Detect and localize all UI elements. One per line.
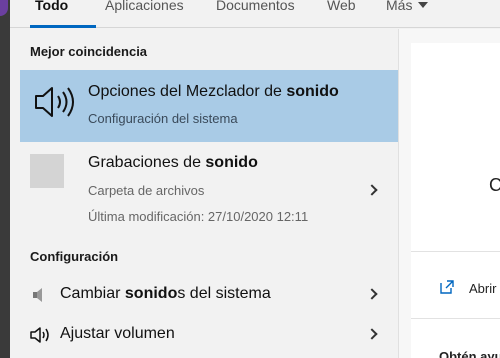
setting-label-pre: Ajustar volumen: [60, 325, 175, 342]
chevron-down-icon: [418, 2, 429, 8]
search-filter-tabs: Todo Aplicaciones Documentos Web Más: [10, 0, 500, 28]
list-item-ajustar-volumen[interactable]: Ajustar volumen: [20, 316, 398, 354]
divider: [411, 251, 500, 252]
list-item-grabaciones[interactable]: Grabaciones de sonido Carpeta de archivo…: [20, 142, 398, 234]
best-match-title-highlight: sonido: [286, 83, 339, 100]
result-type: Carpeta de archivos: [88, 183, 205, 198]
best-match-header: Mejor coincidencia: [30, 44, 148, 59]
tab-todo[interactable]: Todo: [35, 0, 68, 13]
result-modified-date: Última modificación: 27/10/2020 12:11: [88, 209, 309, 224]
setting-label-highlight: sonido: [124, 285, 178, 302]
best-match-result[interactable]: Opciones del Mezclador de sonido Configu…: [20, 70, 398, 142]
speaker-icon: [35, 87, 74, 117]
active-tab-indicator: [30, 25, 96, 28]
setting-label: Cambiar sonidos del sistema: [60, 285, 271, 303]
setting-label-post: s del sistema: [177, 285, 271, 302]
volume-icon: [30, 327, 49, 343]
chevron-right-icon[interactable]: [366, 184, 378, 196]
get-help-header: Obtén ayu: [439, 349, 500, 358]
tab-documentos[interactable]: Documentos: [216, 0, 295, 13]
taskbar-edge: [0, 0, 10, 358]
chevron-right-icon[interactable]: [366, 328, 378, 340]
tab-mas-label: Más: [386, 0, 413, 13]
preview-card: C Abrir Obtén ayu: [411, 43, 500, 358]
chevron-right-icon[interactable]: [366, 288, 378, 300]
tab-web[interactable]: Web: [327, 0, 356, 13]
preview-panel: C Abrir Obtén ayu: [398, 29, 500, 358]
divider: [411, 318, 500, 319]
best-match-title: Opciones del Mezclador de sonido: [88, 83, 339, 101]
best-match-subtitle: Configuración del sistema: [88, 111, 238, 126]
purple-edge-accent: [0, 0, 8, 16]
result-title-text: Grabaciones de: [88, 154, 206, 171]
tab-mas[interactable]: Más: [386, 0, 429, 13]
tab-aplicaciones[interactable]: Aplicaciones: [105, 0, 184, 13]
open-external-icon: [440, 280, 454, 294]
sound-settings-icon: [33, 288, 42, 302]
search-results-panel: Mejor coincidencia Opciones del Mezclado…: [10, 29, 398, 358]
setting-label-pre: Cambiar: [60, 285, 125, 302]
open-action[interactable]: Abrir: [469, 281, 496, 296]
best-match-title-text: Opciones del Mezclador de: [88, 83, 287, 100]
result-title: Grabaciones de sonido: [88, 154, 258, 172]
setting-label: Ajustar volumen: [60, 325, 175, 343]
folder-thumbnail-icon: [30, 154, 64, 188]
result-title-highlight: sonido: [205, 154, 258, 171]
list-item-cambiar-sonidos[interactable]: Cambiar sonidos del sistema: [20, 276, 398, 314]
preview-app-title: C: [489, 175, 500, 195]
settings-section-header: Configuración: [30, 249, 119, 264]
